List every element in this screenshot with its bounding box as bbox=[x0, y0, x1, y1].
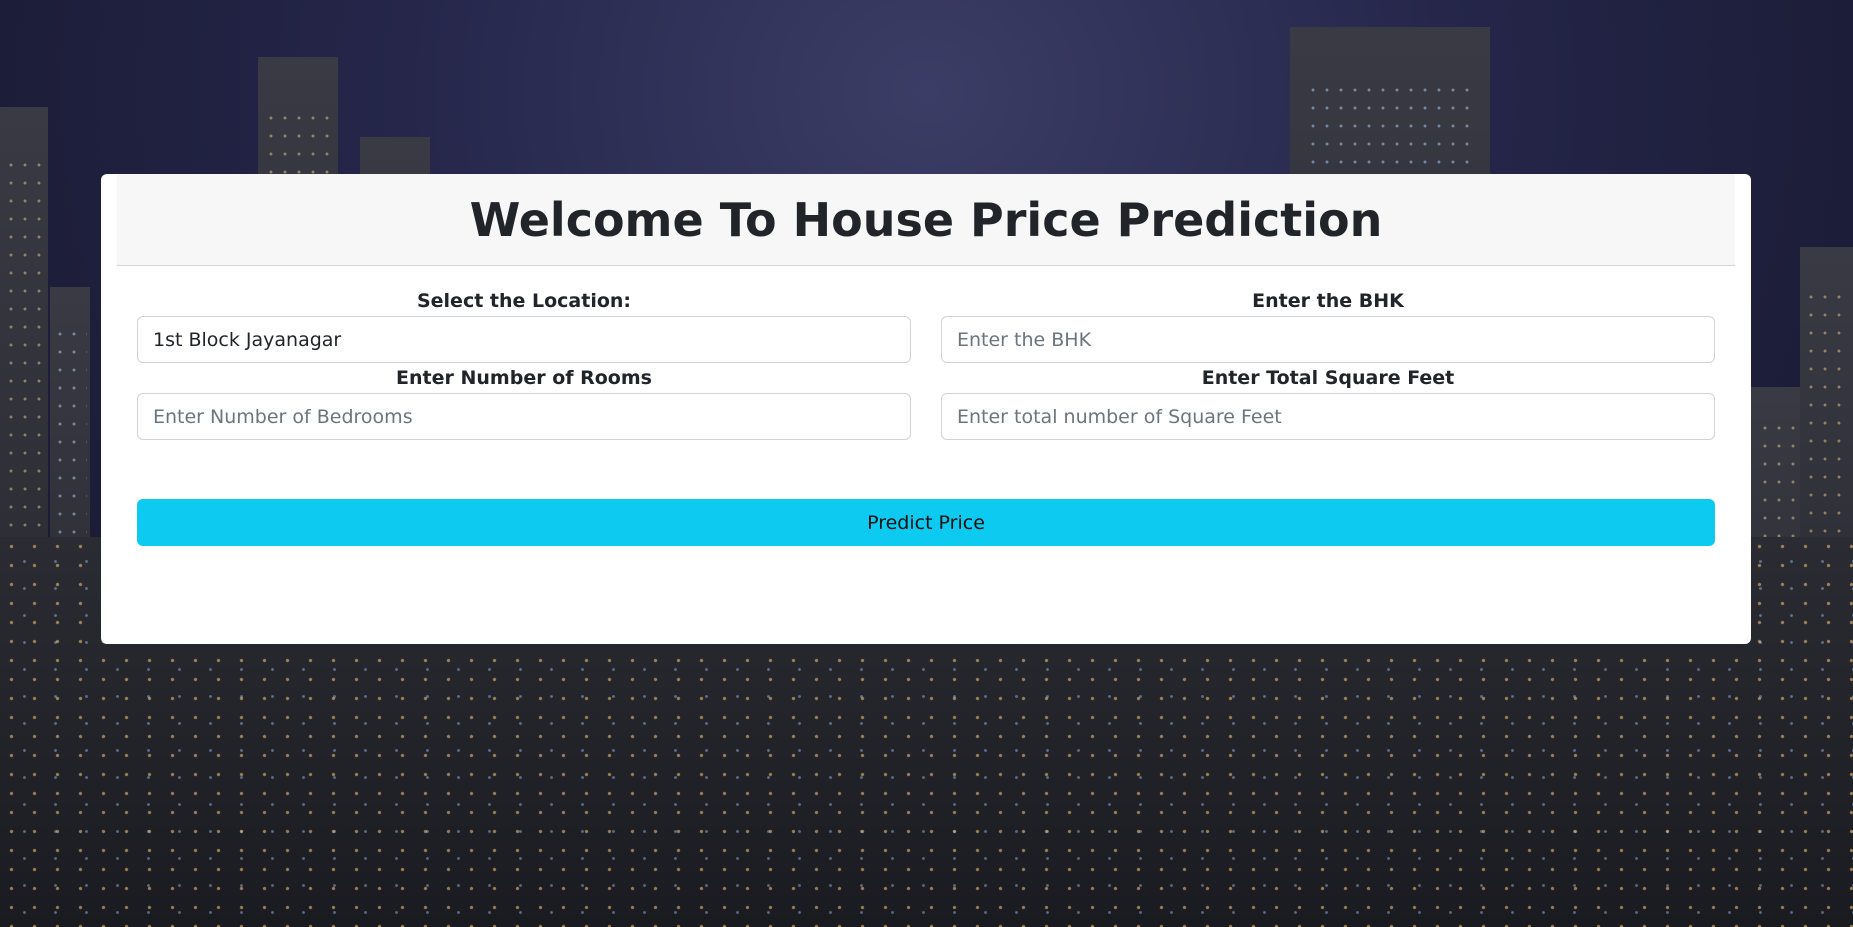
rooms-label: Enter Number of Rooms bbox=[396, 367, 652, 389]
prediction-card: Welcome To House Price Prediction Select… bbox=[101, 174, 1751, 644]
location-label: Select the Location: bbox=[416, 290, 632, 312]
predict-price-button[interactable]: Predict Price bbox=[137, 499, 1715, 546]
sqft-input[interactable] bbox=[941, 393, 1715, 440]
sqft-label: Enter Total Square Feet bbox=[1201, 367, 1455, 389]
rooms-field: Enter Number of Rooms bbox=[137, 365, 911, 440]
bhk-field: Enter the BHK bbox=[941, 288, 1715, 363]
sqft-field: Enter Total Square Feet bbox=[941, 365, 1715, 440]
page-title: Welcome To House Price Prediction bbox=[469, 192, 1383, 247]
prediction-result bbox=[137, 564, 1715, 594]
bhk-input[interactable] bbox=[941, 316, 1715, 363]
card-header: Welcome To House Price Prediction bbox=[117, 174, 1735, 266]
location-select[interactable] bbox=[137, 316, 911, 363]
location-field: Select the Location: bbox=[137, 288, 911, 363]
bhk-label: Enter the BHK bbox=[1252, 290, 1404, 312]
rooms-input[interactable] bbox=[137, 393, 911, 440]
